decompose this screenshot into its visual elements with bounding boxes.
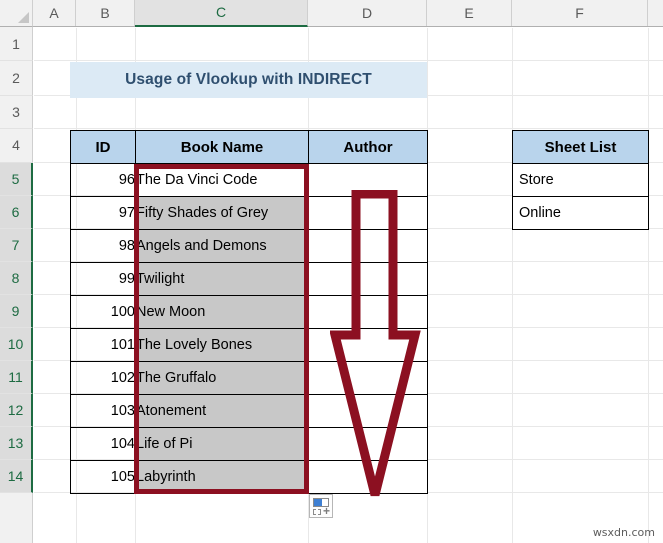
sheet-list-cell[interactable]: Store — [512, 163, 649, 197]
cell-id[interactable]: 99 — [70, 262, 136, 296]
table-row[interactable]: 105 Labyrinth — [70, 460, 428, 494]
column-header-b[interactable]: B — [76, 0, 135, 26]
cell-author[interactable] — [308, 328, 428, 362]
book-table-header-row: ID Book Name Author — [70, 130, 428, 164]
cell-id[interactable]: 101 — [70, 328, 136, 362]
cell-id[interactable]: 104 — [70, 427, 136, 461]
cell-author[interactable] — [308, 295, 428, 329]
select-all-corner-button[interactable] — [0, 0, 33, 27]
column-header-d[interactable]: D — [308, 0, 427, 26]
table-row[interactable]: 103 Atonement — [70, 394, 428, 428]
column-header-c[interactable]: C — [135, 0, 308, 27]
row-header-6[interactable]: 6 — [0, 196, 33, 229]
table-row[interactable]: 101 The Lovely Bones — [70, 328, 428, 362]
row-header-2[interactable]: 2 — [0, 61, 33, 96]
cell-id[interactable]: 105 — [70, 460, 136, 494]
row-header-5[interactable]: 5 — [0, 163, 33, 196]
column-header-f[interactable]: F — [512, 0, 648, 26]
table-row[interactable]: 99 Twilight — [70, 262, 428, 296]
list-item[interactable]: Online — [512, 196, 649, 230]
table-row[interactable]: 98 Angels and Demons — [70, 229, 428, 263]
sheet-list-cell[interactable]: Online — [512, 196, 649, 230]
column-header-author: Author — [308, 130, 428, 164]
sheet-list-header: Sheet List — [512, 130, 649, 164]
cell-book-name[interactable]: Labyrinth — [135, 460, 309, 494]
column-header-book-name: Book Name — [135, 130, 309, 164]
cell-author[interactable] — [308, 163, 428, 197]
cell-book-name[interactable]: Fifty Shades of Grey — [135, 196, 309, 230]
watermark: wsxdn.com — [592, 526, 655, 539]
row-header-1[interactable]: 1 — [0, 28, 33, 61]
cell-id[interactable]: 100 — [70, 295, 136, 329]
title-banner: Usage of Vlookup with INDIRECT — [70, 62, 427, 98]
column-header-e[interactable]: E — [427, 0, 512, 26]
row-header-11[interactable]: 11 — [0, 361, 33, 394]
cell-book-name[interactable]: The Lovely Bones — [135, 328, 309, 362]
row-header-12[interactable]: 12 — [0, 394, 33, 427]
cell-author[interactable] — [308, 229, 428, 263]
cell-book-name[interactable]: The Da Vinci Code — [135, 163, 309, 197]
row-header-9[interactable]: 9 — [0, 295, 33, 328]
cell-author[interactable] — [308, 394, 428, 428]
cell-author[interactable] — [308, 262, 428, 296]
cell-book-name[interactable]: Life of Pi — [135, 427, 309, 461]
cell-id[interactable]: 102 — [70, 361, 136, 395]
cell-author[interactable] — [308, 427, 428, 461]
table-row[interactable]: 100 New Moon — [70, 295, 428, 329]
table-row[interactable]: 102 The Gruffalo — [70, 361, 428, 395]
cell-id[interactable]: 98 — [70, 229, 136, 263]
page-title: Usage of Vlookup with INDIRECT — [125, 71, 372, 88]
row-header-7[interactable]: 7 — [0, 229, 33, 262]
row-header-3[interactable]: 3 — [0, 96, 33, 129]
sheet-list-table[interactable]: Sheet List Store Online — [512, 130, 649, 230]
row-header-8[interactable]: 8 — [0, 262, 33, 295]
cell-book-name[interactable]: The Gruffalo — [135, 361, 309, 395]
sheet-list-header-row: Sheet List — [512, 130, 649, 164]
list-item[interactable]: Store — [512, 163, 649, 197]
autofill-options-icon[interactable]: + — [309, 494, 333, 518]
cell-book-name[interactable]: Atonement — [135, 394, 309, 428]
cell-book-name[interactable]: Angels and Demons — [135, 229, 309, 263]
column-header-id: ID — [70, 130, 136, 164]
row-header-14[interactable]: 14 — [0, 460, 33, 493]
column-header-a[interactable]: A — [33, 0, 76, 26]
cell-author[interactable] — [308, 460, 428, 494]
select-all-triangle-icon — [18, 12, 29, 23]
row-header-13[interactable]: 13 — [0, 427, 33, 460]
cell-id[interactable]: 103 — [70, 394, 136, 428]
row-header-10[interactable]: 10 — [0, 328, 33, 361]
table-row[interactable]: 96 The Da Vinci Code — [70, 163, 428, 197]
book-table[interactable]: ID Book Name Author 96 The Da Vinci Code 9… — [70, 130, 428, 494]
table-row[interactable]: 97 Fifty Shades of Grey — [70, 196, 428, 230]
row-header-4[interactable]: 4 — [0, 129, 33, 163]
cell-book-name[interactable]: Twilight — [135, 262, 309, 296]
cell-id[interactable]: 97 — [70, 196, 136, 230]
cell-book-name[interactable]: New Moon — [135, 295, 309, 329]
cell-author[interactable] — [308, 196, 428, 230]
autofill-dash-glyph — [313, 509, 321, 515]
table-row[interactable]: 104 Life of Pi — [70, 427, 428, 461]
cell-author[interactable] — [308, 361, 428, 395]
spreadsheet-grid[interactable]: ABCDEF 1 2 3 4 5 6 7 8 9 10 11 12 13 14 Usage of Vloo… — [0, 0, 663, 543]
autofill-plus-glyph: + — [322, 504, 330, 518]
cell-id[interactable]: 96 — [70, 163, 136, 197]
